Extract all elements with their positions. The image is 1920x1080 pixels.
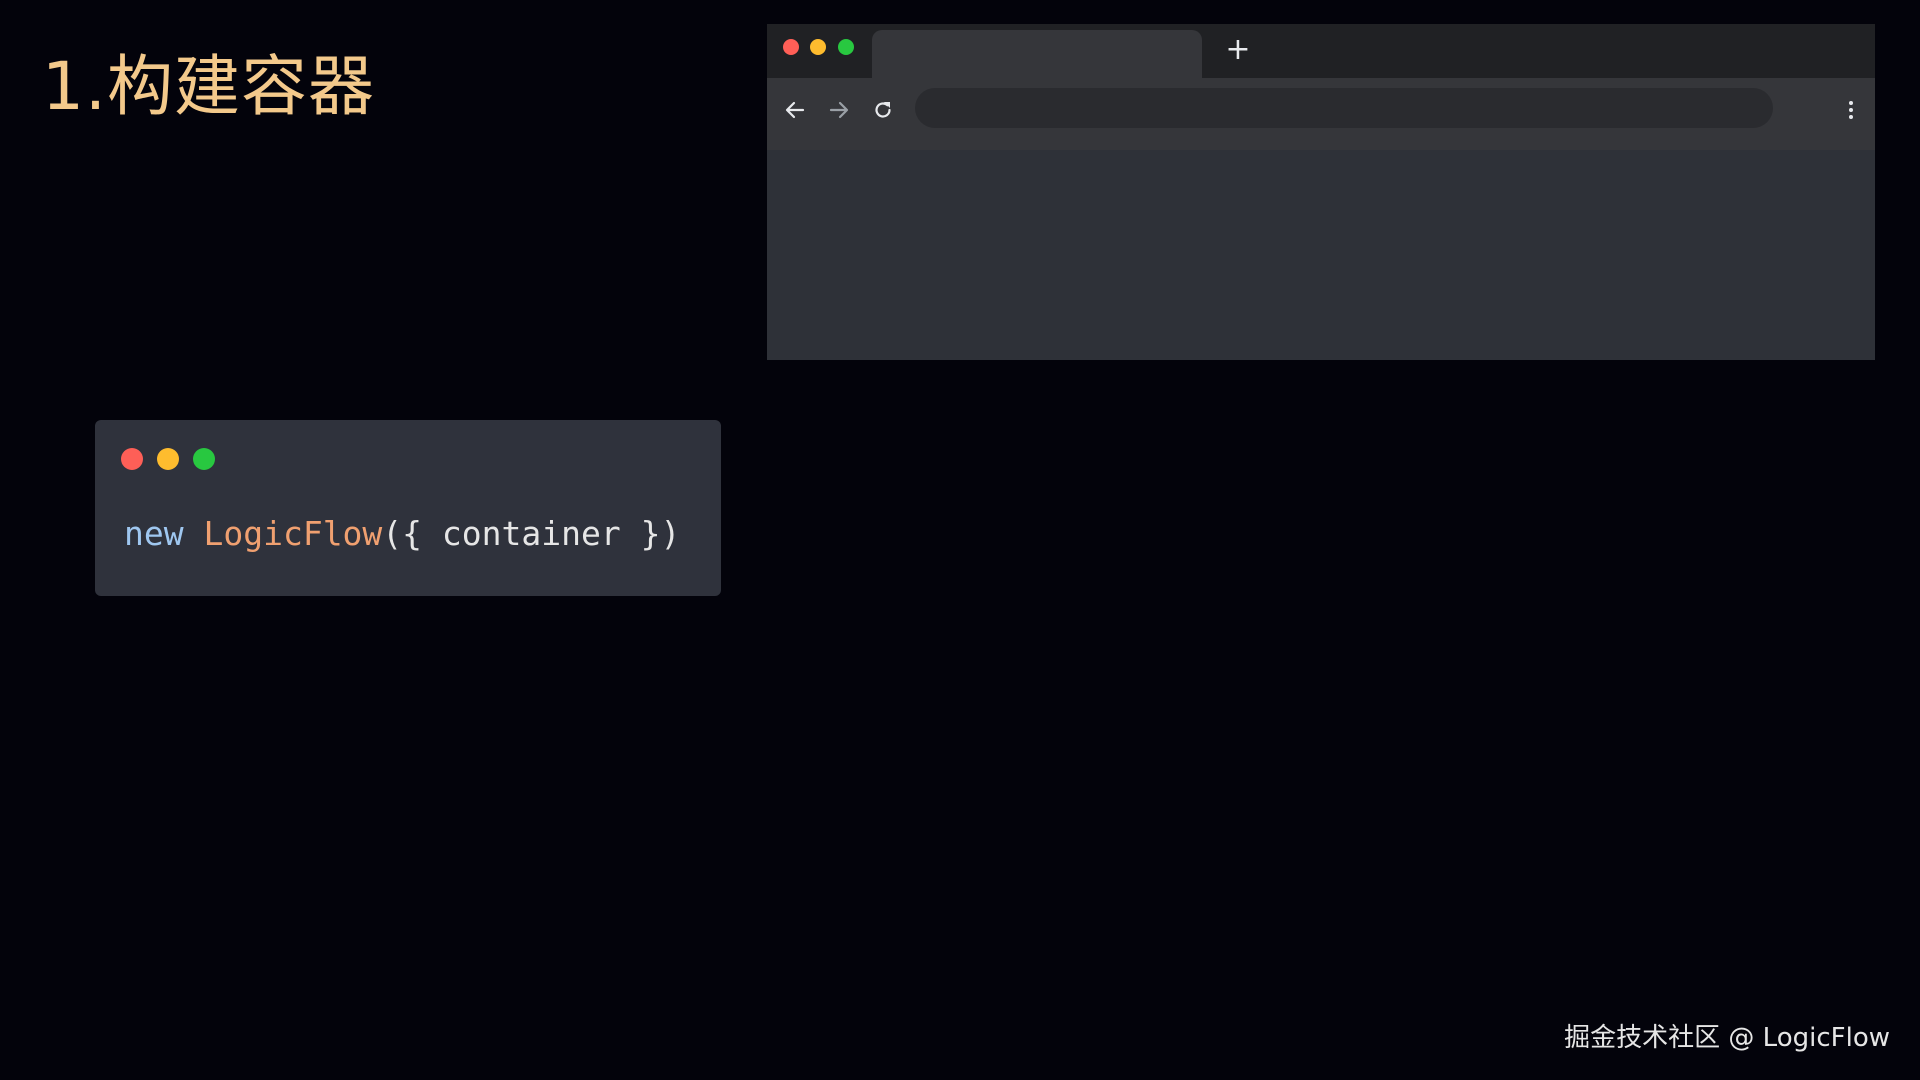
page-title: 1.构建容器 — [42, 48, 375, 125]
browser-window: + — [767, 24, 1875, 360]
new-tab-button[interactable]: + — [1222, 34, 1254, 66]
reload-button[interactable] — [867, 94, 899, 126]
code-keyword-new: new — [124, 514, 184, 553]
browser-tab[interactable] — [872, 30, 1202, 78]
code-arguments: ({ container }) — [382, 514, 681, 553]
reload-icon — [875, 102, 891, 118]
code-line: new LogicFlow({ container }) — [124, 512, 680, 556]
code-class-name: LogicFlow — [203, 514, 383, 553]
slide: 1.构建容器 + new LogicFlow({container}) 掘金… — [0, 0, 1920, 1080]
browser-tab-bar: + — [767, 24, 1875, 78]
browser-viewport[interactable] — [767, 150, 1875, 360]
forward-button[interactable] — [823, 94, 855, 126]
arrow-right-icon — [829, 101, 849, 119]
address-bar[interactable] — [915, 88, 1773, 128]
code-maximize-dot — [193, 448, 215, 470]
plus-icon: + — [1225, 32, 1251, 67]
browser-toolbar — [767, 78, 1875, 150]
footer-credit: 掘金技术社区 @ LogicFlow — [1564, 1023, 1890, 1053]
minimize-window-dot[interactable] — [810, 39, 826, 55]
close-window-dot[interactable] — [783, 39, 799, 55]
maximize-window-dot[interactable] — [838, 39, 854, 55]
code-window: new LogicFlow({ container }) — [95, 420, 721, 596]
code-close-dot — [121, 448, 143, 470]
back-button[interactable] — [779, 94, 811, 126]
kebab-menu-icon[interactable] — [1839, 94, 1863, 126]
arrow-left-icon — [785, 101, 805, 119]
code-minimize-dot — [157, 448, 179, 470]
